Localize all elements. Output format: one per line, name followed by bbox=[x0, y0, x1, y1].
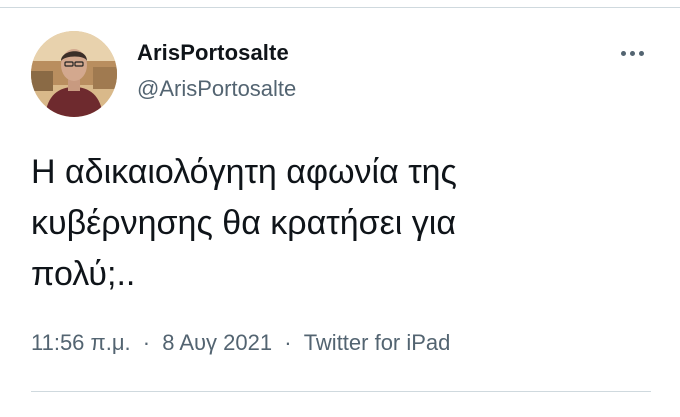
tweet-date[interactable]: 8 Αυγ 2021 bbox=[162, 330, 272, 355]
tweet-text: Η αδικαιολόγητη αφωνία της κυβέρνησης θα… bbox=[31, 153, 457, 293]
more-options-button[interactable] bbox=[616, 42, 648, 64]
author-handle[interactable]: @ArisPortosalte bbox=[137, 76, 296, 102]
author-display-name[interactable]: ArisPortosalte bbox=[137, 40, 289, 66]
meta-separator: · bbox=[284, 330, 292, 355]
top-divider bbox=[0, 7, 680, 8]
more-horizontal-icon bbox=[620, 50, 626, 56]
meta-separator: · bbox=[142, 330, 151, 355]
tweet-metadata: 11:56 π.μ. · 8 Αυγ 2021 · Twitter for iP… bbox=[31, 330, 450, 356]
avatar[interactable] bbox=[31, 31, 117, 117]
tweet-time[interactable]: 11:56 π.μ. bbox=[31, 330, 131, 355]
profile-photo-icon bbox=[31, 31, 117, 117]
bottom-divider bbox=[31, 391, 651, 392]
tweet-source[interactable]: Twitter for iPad bbox=[304, 330, 451, 355]
